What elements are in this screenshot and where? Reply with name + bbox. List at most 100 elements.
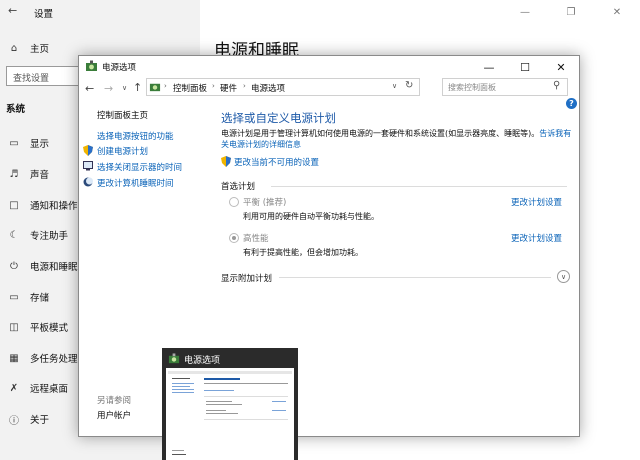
link-label: 更改计算机睡眠时间 <box>97 179 174 189</box>
high-performance-plan-radio[interactable] <box>229 233 239 243</box>
breadcrumb-separator-icon: › <box>212 82 215 90</box>
settings-minimize-button[interactable]: — <box>502 0 548 24</box>
section-divider <box>279 277 551 278</box>
shield-icon <box>83 145 93 156</box>
nav-label: 专注助手 <box>30 231 69 242</box>
search-placeholder: 搜索控制面板 <box>448 83 496 92</box>
thumbnail-title: 电源选项 <box>184 356 221 366</box>
mini-text-line <box>172 392 194 393</box>
nav-label: 显示 <box>30 139 50 150</box>
section-divider <box>271 186 567 187</box>
monitor-icon: ▭ <box>9 137 19 149</box>
up-button[interactable]: ↑ <box>133 81 142 94</box>
mini-address-bar <box>168 371 292 374</box>
high-performance-plan-name: 高性能 <box>243 234 269 244</box>
breadcrumb-separator-icon: › <box>243 82 246 90</box>
settings-restore-button[interactable]: ❐ <box>548 0 594 24</box>
mini-text-line <box>272 401 286 402</box>
mini-text-line <box>172 378 190 379</box>
nav-label: 存储 <box>30 293 50 304</box>
mini-text-line <box>272 410 286 411</box>
dialog-titlebar[interactable]: 电源选项 — ☐ ✕ <box>79 56 579 78</box>
balanced-plan-radio[interactable] <box>229 197 239 207</box>
help-icon[interactable]: ? <box>566 98 577 109</box>
dialog-title: 电源选项 <box>102 63 137 73</box>
back-button[interactable]: ← <box>85 82 94 95</box>
mini-text-line <box>206 404 242 405</box>
settings-search-placeholder: 查找设置 <box>13 74 50 84</box>
balanced-plan-settings-link[interactable]: 更改计划设置 <box>511 196 562 208</box>
radio-selected-dot <box>232 236 236 240</box>
monitor-icon <box>83 161 93 171</box>
link-label: 创建电源计划 <box>97 147 149 157</box>
link-label: 更改当前不可用的设置 <box>234 158 320 168</box>
mini-text-line <box>206 401 232 402</box>
dialog-minimize-button[interactable]: — <box>471 56 507 78</box>
address-dropdown-icon[interactable]: ∨ <box>392 82 397 90</box>
nav-label: 电源和睡眠 <box>30 262 78 273</box>
search-icon: ⚲ <box>553 80 561 91</box>
mini-text-line <box>172 450 184 451</box>
control-panel-icon <box>149 83 161 92</box>
main-heading: 选择或自定义电源计划 <box>221 111 336 125</box>
balanced-plan-name: 平衡 (推荐) <box>243 198 287 208</box>
nav-label: 声音 <box>30 170 50 181</box>
thumbnail-window-image <box>166 368 294 460</box>
control-panel-search-input[interactable]: 搜索控制面板 ⚲ <box>442 78 568 96</box>
nav-label: 平板模式 <box>30 323 69 334</box>
mini-text-line <box>172 386 190 387</box>
expand-chevron-icon[interactable]: ∨ <box>557 270 570 283</box>
power-options-window: 电源选项 — ☐ ✕ ← → ∨ ↑ › 控制面板 › 硬件 › 电源选项 ∨ … <box>78 55 580 437</box>
link-label: 选择关闭显示器的时间 <box>97 163 183 173</box>
speaker-icon: ♬ <box>9 168 19 180</box>
multitask-icon: ▦ <box>9 352 19 364</box>
breadcrumb-power-options[interactable]: 电源选项 <box>251 82 285 94</box>
user-accounts-link[interactable]: 用户帐户 <box>97 409 131 421</box>
remote-icon: ✗ <box>9 382 19 394</box>
moon-icon <box>83 177 93 187</box>
nav-label: 通知和操作 <box>30 201 78 212</box>
mini-heading-line <box>204 378 240 380</box>
balanced-plan-description: 利用可用的硬件自动平衡功耗与性能。 <box>243 212 379 221</box>
mini-divider <box>204 396 288 397</box>
breadcrumb-hardware[interactable]: 硬件 <box>220 82 237 94</box>
mini-text-line <box>206 413 238 414</box>
power-options-icon <box>86 60 97 71</box>
dialog-close-button[interactable]: ✕ <box>543 56 579 78</box>
moon-icon: ☾ <box>9 229 19 241</box>
storage-icon: ▭ <box>9 291 19 303</box>
taskbar-thumbnail-preview[interactable]: 电源选项 <box>162 348 298 460</box>
home-icon: ⌂ <box>10 42 18 54</box>
settings-section-title: 系统 <box>6 104 26 115</box>
see-also-label: 另请参阅 <box>97 396 132 406</box>
forward-button[interactable]: → <box>104 82 113 95</box>
settings-title: 设置 <box>34 9 54 20</box>
tablet-icon: ◫ <box>9 321 19 333</box>
refresh-icon[interactable]: ↻ <box>405 80 413 91</box>
high-performance-plan-settings-link[interactable]: 更改计划设置 <box>511 232 562 244</box>
power-options-icon <box>168 353 180 364</box>
shield-icon <box>221 156 231 167</box>
show-additional-plans-label: 显示附加计划 <box>221 274 273 284</box>
nav-label: 多任务处理 <box>30 354 78 365</box>
power-icon: ⏻ <box>10 260 18 272</box>
description-body: 电源计划是用于管理计算机如何使用电源的一套硬件和系统设置(如显示器亮度、睡眠等)… <box>221 129 540 138</box>
settings-close-button[interactable]: ✕ <box>594 0 640 24</box>
power-button-link[interactable]: 选择电源按钮的功能 <box>97 130 174 142</box>
high-performance-plan-description: 有利于提高性能，但会增加功耗。 <box>243 248 363 257</box>
dialog-maximize-button[interactable]: ☐ <box>507 56 543 78</box>
mini-text-line <box>206 410 226 411</box>
mini-text-line <box>172 383 194 384</box>
nav-label: 关于 <box>30 415 50 426</box>
breadcrumb-control-panel[interactable]: 控制面板 <box>173 82 207 94</box>
link-label: 电源计划的详细信息 <box>229 140 301 149</box>
address-bar[interactable]: › 控制面板 › 硬件 › 电源选项 ∨ ↻ <box>146 78 420 96</box>
settings-home-label: 主页 <box>30 44 50 55</box>
recent-dropdown-icon[interactable]: ∨ <box>122 84 127 92</box>
link-label: 选择电源按钮的功能 <box>97 132 174 142</box>
mini-text-line <box>172 389 194 390</box>
back-arrow-icon[interactable]: ← <box>8 4 17 17</box>
preferred-plans-label: 首选计划 <box>221 182 256 192</box>
control-panel-home-link[interactable]: 控制面板主页 <box>97 109 148 121</box>
notification-icon: □ <box>9 199 19 211</box>
